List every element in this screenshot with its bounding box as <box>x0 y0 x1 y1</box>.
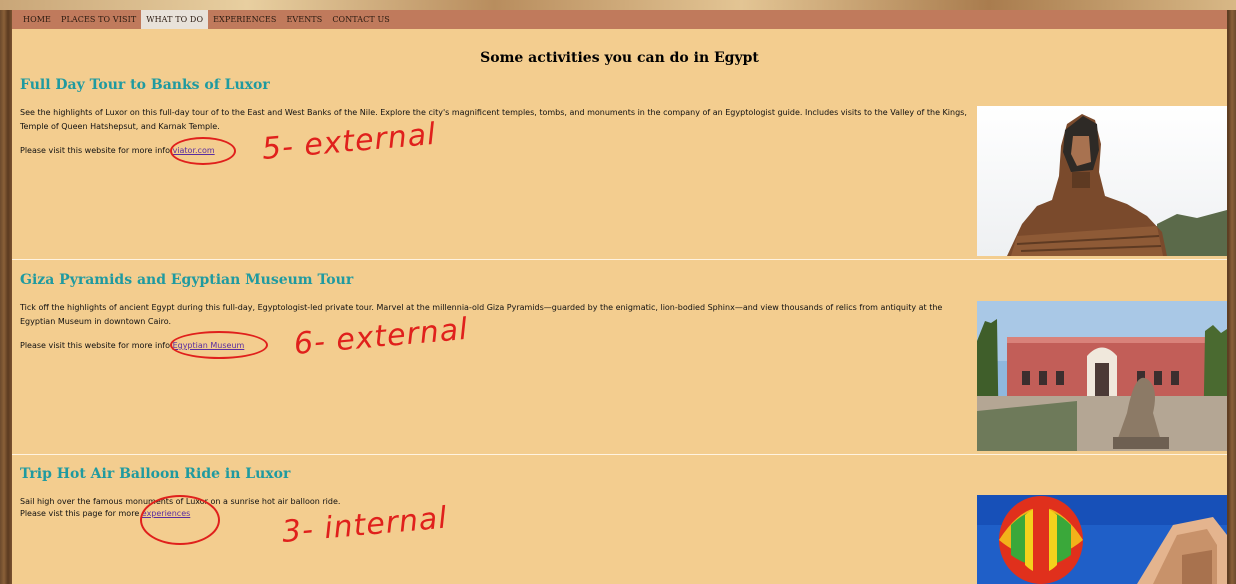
nav-item-experiences[interactable]: EXPERIENCES <box>208 10 281 29</box>
main-navigation: HOME PLACES TO VISIT WHAT TO DO EXPERIEN… <box>12 10 1227 29</box>
section-description: See the highlights of Luxor on this full… <box>20 108 967 131</box>
nav-item-events[interactable]: EVENTS <box>281 10 327 29</box>
egyptian-museum-photo <box>977 301 1227 451</box>
annotation-circle-experiences <box>140 495 220 545</box>
hot-air-balloon-photo <box>977 495 1227 584</box>
more-info-prefix: Please visit this website for more info <box>20 341 173 350</box>
section-title: Giza Pyramids and Egyptian Museum Tour <box>20 272 354 288</box>
section-divider <box>12 454 1227 455</box>
nav-item-contact-us[interactable]: CONTACT US <box>327 10 395 29</box>
section-divider <box>12 259 1227 260</box>
nav-item-what-to-do[interactable]: WHAT TO DO <box>141 10 209 29</box>
annotation-circle-egyptian-museum <box>170 331 268 359</box>
sphinx-statue-photo <box>977 106 1227 256</box>
nav-item-home[interactable]: HOME <box>18 10 56 29</box>
page-title: Some activities you can do in Egypt <box>480 50 759 66</box>
nav-item-places-to-visit[interactable]: PLACES TO VISIT <box>56 10 141 29</box>
more-info-prefix: Please vist this page for more <box>20 509 142 518</box>
header-banner <box>0 0 1236 10</box>
section-title: Full Day Tour to Banks of Luxor <box>20 77 270 93</box>
more-info-prefix: Please visit this website for more info <box>20 146 173 155</box>
annotation-circle-viator <box>170 137 236 165</box>
section-title: Trip Hot Air Balloon Ride in Luxor <box>20 466 291 482</box>
section-description: Tick off the highlights of ancient Egypt… <box>20 303 943 326</box>
